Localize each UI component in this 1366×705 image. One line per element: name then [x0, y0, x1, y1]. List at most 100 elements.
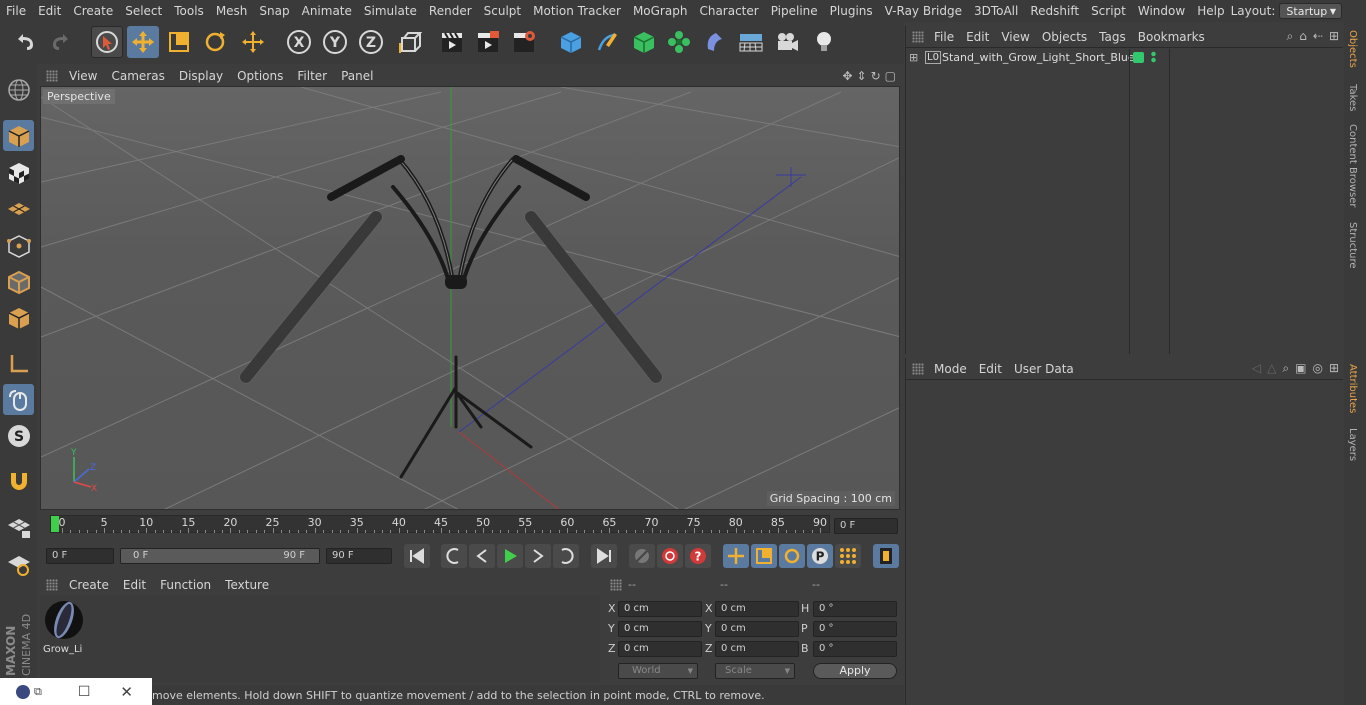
- timeline-ruler[interactable]: 0 5 10 15 20 25 30 35 40 45 50 55 60 65 70 75 80 85 90 0 F: [40, 512, 902, 536]
- pan-icon[interactable]: ✥: [842, 69, 852, 83]
- grip-icon[interactable]: [912, 30, 924, 43]
- menu-create[interactable]: Create: [67, 4, 119, 18]
- render-view-button[interactable]: [436, 26, 468, 58]
- visibility-dots-icon[interactable]: [1151, 51, 1156, 63]
- floor-environment-button[interactable]: [735, 26, 767, 58]
- grip-icon[interactable]: [912, 362, 924, 375]
- maximize-icon[interactable]: ▢: [885, 69, 896, 83]
- menu-animate[interactable]: Animate: [296, 4, 358, 18]
- material-item[interactable]: Grow_Li: [43, 598, 85, 656]
- record-off-button[interactable]: [629, 544, 655, 568]
- attributes-menu-mode[interactable]: Mode: [928, 362, 973, 376]
- key-scale-button[interactable]: [751, 544, 777, 568]
- key-pla-button[interactable]: [835, 544, 861, 568]
- model-mode-button[interactable]: [3, 120, 34, 151]
- home-icon[interactable]: ⌂: [1299, 29, 1307, 44]
- attributes-menu-user-data[interactable]: User Data: [1008, 362, 1080, 376]
- restore-icon[interactable]: ⧉: [34, 685, 42, 699]
- size-z-field[interactable]: 0 cm: [715, 641, 799, 657]
- workplane-rotate-button[interactable]: [3, 548, 34, 579]
- transform-tool-button[interactable]: [237, 26, 269, 58]
- material-menu-texture[interactable]: Texture: [218, 578, 276, 592]
- menu-window[interactable]: Window: [1132, 4, 1191, 18]
- snap-toggle-button[interactable]: S: [3, 420, 34, 451]
- material-menu-create[interactable]: Create: [62, 578, 116, 592]
- deformer-button[interactable]: [699, 26, 731, 58]
- objects-menu-edit[interactable]: Edit: [960, 30, 995, 44]
- next-key-button[interactable]: [553, 544, 579, 568]
- make-editable-button[interactable]: [3, 74, 34, 105]
- tab-content-browser[interactable]: Content Browser: [1347, 124, 1358, 207]
- menu-pipeline[interactable]: Pipeline: [765, 4, 824, 18]
- move-tool-button[interactable]: [127, 26, 159, 58]
- undo-button[interactable]: [9, 26, 41, 58]
- orbit-icon[interactable]: ↻: [871, 69, 881, 83]
- close-icon[interactable]: ✕: [120, 683, 133, 701]
- app-icon[interactable]: [16, 684, 30, 699]
- tab-takes[interactable]: Takes: [1347, 84, 1358, 111]
- menu-edit[interactable]: Edit: [32, 4, 67, 18]
- play-button[interactable]: [497, 544, 523, 568]
- rotate-tool-button[interactable]: [199, 26, 231, 58]
- expand-icon[interactable]: ⊞: [909, 51, 918, 64]
- menu-help[interactable]: Help: [1191, 4, 1230, 18]
- menu-mesh[interactable]: Mesh: [210, 4, 254, 18]
- dolly-icon[interactable]: ⇕: [857, 69, 867, 83]
- objects-menu-tags[interactable]: Tags: [1093, 30, 1132, 44]
- z-axis-lock-button[interactable]: Z: [355, 26, 387, 58]
- menu-character[interactable]: Character: [693, 4, 764, 18]
- objects-menu-objects[interactable]: Objects: [1036, 30, 1093, 44]
- key-position-button[interactable]: [723, 544, 749, 568]
- menu-tools[interactable]: Tools: [168, 4, 210, 18]
- material-tag-icon[interactable]: [1133, 52, 1144, 63]
- grip-icon[interactable]: [46, 579, 58, 591]
- grip-icon[interactable]: [610, 579, 622, 591]
- tab-structure[interactable]: Structure: [1347, 222, 1358, 269]
- rot-p-field[interactable]: 0 °: [813, 621, 897, 637]
- attributes-menu-edit[interactable]: Edit: [973, 362, 1008, 376]
- live-selection-button[interactable]: [91, 26, 123, 58]
- tab-objects[interactable]: Objects: [1347, 30, 1358, 68]
- go-to-end-button[interactable]: [591, 544, 617, 568]
- frame-range-slider[interactable]: 0 F 90 F: [120, 548, 320, 564]
- previous-key-button[interactable]: [441, 544, 467, 568]
- current-frame-field[interactable]: 0 F: [834, 518, 898, 534]
- menu-redshift[interactable]: Redshift: [1024, 4, 1085, 18]
- redo-button[interactable]: [45, 26, 77, 58]
- menu-select[interactable]: Select: [119, 4, 168, 18]
- camera-button[interactable]: [771, 26, 803, 58]
- viewport-menu-view[interactable]: View: [62, 69, 104, 83]
- menu-sculpt[interactable]: Sculpt: [478, 4, 527, 18]
- workplane-mode-button[interactable]: [3, 193, 34, 224]
- objects-menu-bookmarks[interactable]: Bookmarks: [1132, 30, 1211, 44]
- viewport-menu-panel[interactable]: Panel: [334, 69, 380, 83]
- menu-vray-bridge[interactable]: V-Ray Bridge: [879, 4, 968, 18]
- record-keys-button[interactable]: [657, 544, 683, 568]
- rot-b-field[interactable]: 0 °: [813, 641, 897, 657]
- menu-file[interactable]: File: [0, 4, 32, 18]
- end-frame-field[interactable]: 90 F: [326, 548, 392, 564]
- new-window-icon[interactable]: ⊞: [1329, 361, 1339, 376]
- next-frame-button[interactable]: [525, 544, 551, 568]
- coordinate-system-button[interactable]: [393, 26, 425, 58]
- subdivision-surface-button[interactable]: [628, 26, 660, 58]
- edges-mode-button[interactable]: [3, 266, 34, 297]
- object-row[interactable]: ⊞ L0 Stand_with_Grow_Light_Short_Blue: [906, 49, 1344, 69]
- y-axis-lock-button[interactable]: Y: [319, 26, 351, 58]
- coordinate-space-select[interactable]: World ▼: [618, 663, 698, 679]
- pos-z-field[interactable]: 0 cm: [618, 641, 702, 657]
- pos-y-field[interactable]: 0 cm: [618, 621, 702, 637]
- search-icon[interactable]: ⌕: [1287, 29, 1294, 44]
- pen-spline-button[interactable]: [591, 26, 623, 58]
- menu-simulate[interactable]: Simulate: [358, 4, 423, 18]
- objects-menu-file[interactable]: File: [928, 30, 960, 44]
- grip-icon[interactable]: [46, 70, 58, 82]
- render-settings-button[interactable]: [508, 26, 540, 58]
- search-icon[interactable]: ⌕: [1282, 361, 1289, 376]
- layout-select[interactable]: Startup ▼: [1279, 3, 1342, 19]
- points-mode-button[interactable]: [3, 230, 34, 261]
- polygons-mode-button[interactable]: [3, 302, 34, 333]
- maximize-window-icon[interactable]: ☐: [78, 684, 91, 700]
- material-menu-function[interactable]: Function: [153, 578, 218, 592]
- axis-mode-button[interactable]: [3, 348, 34, 379]
